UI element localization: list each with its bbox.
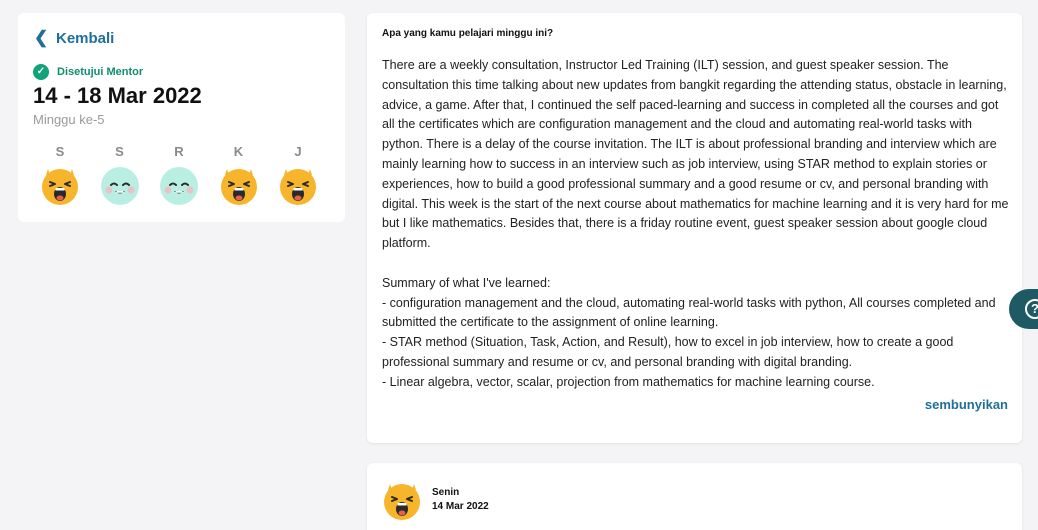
chevron-left-icon: ❮ xyxy=(34,28,49,47)
back-label: Kembali xyxy=(56,29,115,47)
help-question-icon: ? xyxy=(1025,299,1038,319)
mood-day-label: S xyxy=(115,144,124,159)
week-date-range: 14 - 18 Mar 2022 xyxy=(33,83,202,108)
journal-question: Apa yang kamu pelajari minggu ini? xyxy=(382,28,554,39)
mood-content-icon xyxy=(159,166,199,211)
back-button[interactable]: ❮ Kembali xyxy=(34,29,114,47)
mood-day-label: K xyxy=(233,144,244,159)
daily-entry-card[interactable]: Senin 14 Mar 2022 xyxy=(367,463,1022,530)
mood-excited-icon xyxy=(40,166,80,211)
mood-day[interactable]: R xyxy=(159,144,199,211)
daily-entry-day: Senin xyxy=(432,487,460,498)
mood-days: SSRKJ xyxy=(40,144,340,210)
mood-day-label: J xyxy=(294,144,302,159)
approval-status: ✓ Disetujui Mentor xyxy=(33,64,143,80)
check-circle-icon: ✓ xyxy=(33,64,49,80)
approval-status-label: Disetujui Mentor xyxy=(57,66,144,78)
daily-entry-date: 14 Mar 2022 xyxy=(432,501,489,512)
mood-content-icon xyxy=(100,166,140,211)
journal-card: Apa yang kamu pelajari minggu ini? There… xyxy=(367,13,1022,443)
mood-excited-icon xyxy=(382,481,422,526)
hide-link[interactable]: sembunyikan xyxy=(925,397,1008,412)
week-number: Minggu ke-5 xyxy=(33,112,105,127)
mood-day-label: R xyxy=(174,144,184,159)
mood-excited-icon xyxy=(219,166,259,211)
journal-answer: There are a weekly consultation, Instruc… xyxy=(382,58,1009,389)
mood-day[interactable]: S xyxy=(100,144,140,211)
mood-excited-icon xyxy=(278,166,318,211)
mood-day-label: S xyxy=(55,144,65,159)
mood-day[interactable]: S xyxy=(40,144,80,211)
mood-day[interactable]: K xyxy=(219,144,259,211)
mood-day[interactable]: J xyxy=(278,144,318,211)
week-summary-card: ❮ Kembali ✓ Disetujui Mentor 14 - 18 Mar… xyxy=(18,13,345,222)
